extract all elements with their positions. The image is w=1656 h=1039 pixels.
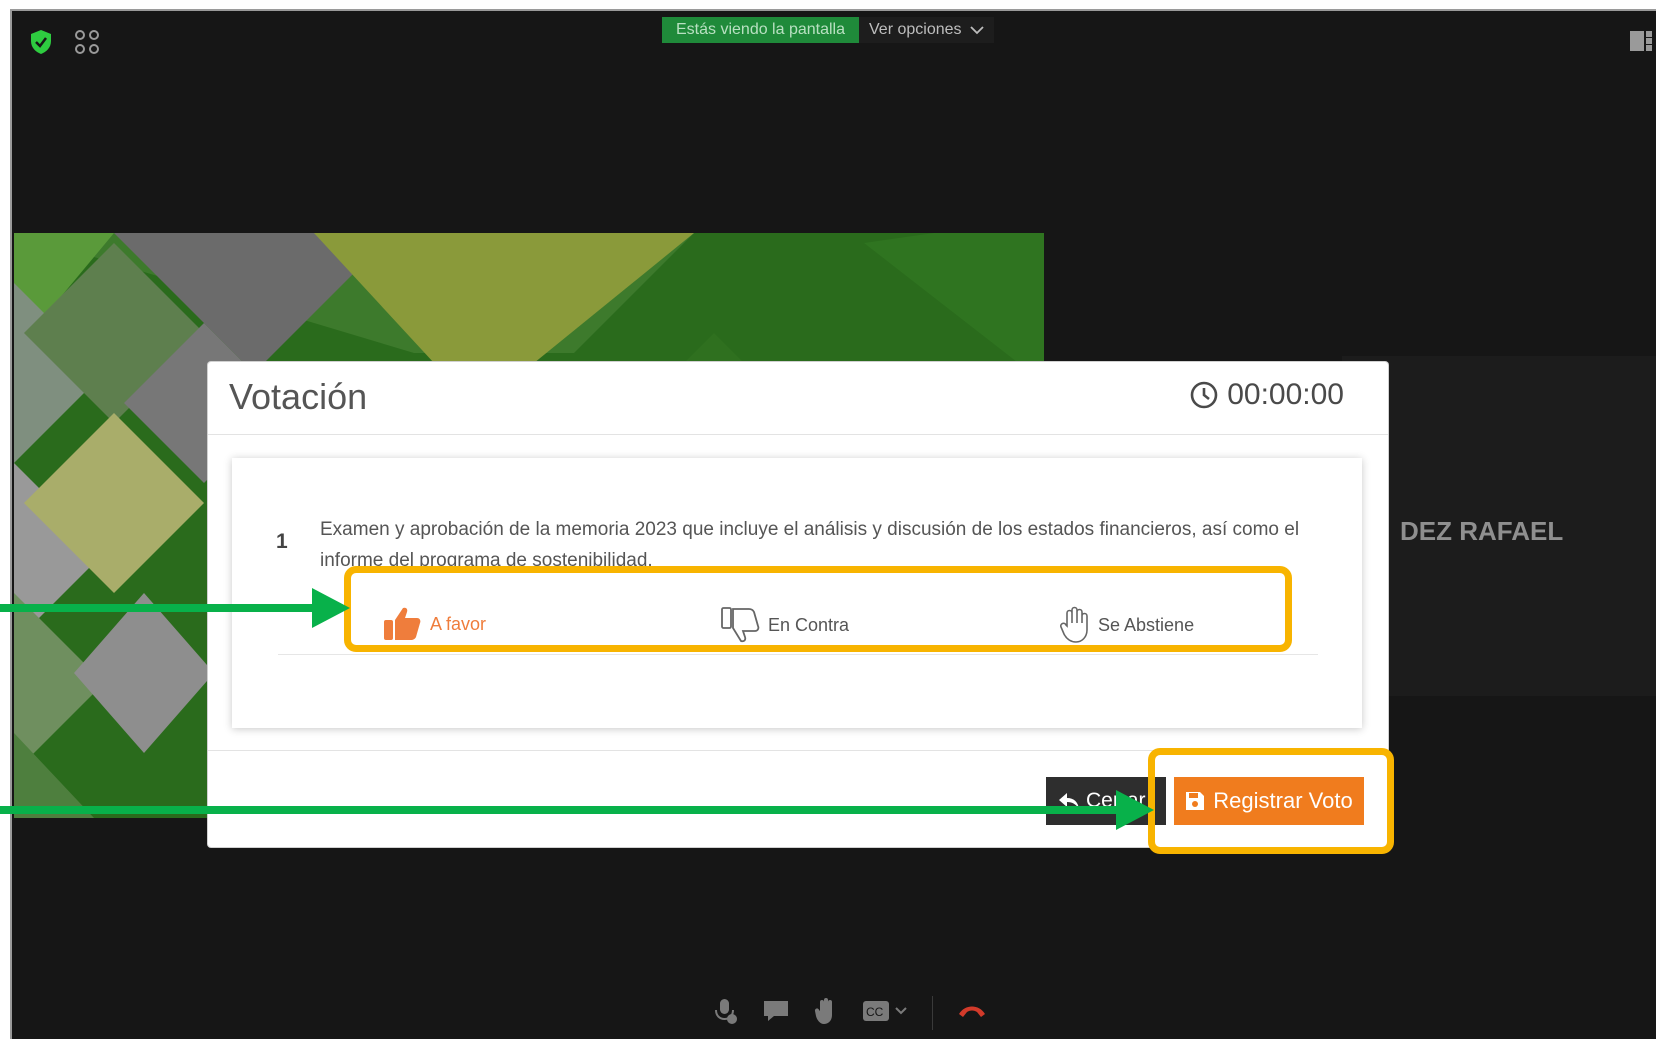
svg-text:CC: CC xyxy=(866,1005,884,1019)
controls-divider xyxy=(932,996,933,1030)
grid-icon[interactable] xyxy=(74,29,100,60)
layout-icon[interactable] xyxy=(1630,29,1652,58)
participant-name: DEZ RAFAEL xyxy=(1400,516,1564,546)
top-left-toolbar xyxy=(30,29,100,60)
screen-share-banner: Estás viendo la pantalla Ver opciones xyxy=(662,17,994,43)
view-options-label: Ver opciones xyxy=(869,21,962,38)
chevron-down-icon xyxy=(969,26,984,35)
viewing-screen-label: Estás viendo la pantalla xyxy=(662,17,859,43)
arrow-to-options xyxy=(0,604,314,612)
highlight-register-button xyxy=(1148,748,1394,854)
chat-icon[interactable] xyxy=(762,999,790,1028)
participant-tile: DEZ RAFAEL xyxy=(1342,356,1656,696)
cc-icon[interactable]: CC xyxy=(862,999,908,1028)
shield-check-icon[interactable] xyxy=(30,29,52,60)
vote-timer: 00:00:00 xyxy=(1189,378,1344,412)
highlight-vote-options xyxy=(344,566,1292,652)
mic-icon[interactable] xyxy=(712,997,738,1030)
hang-up-icon[interactable] xyxy=(957,1002,987,1025)
arrow-to-register xyxy=(0,806,1118,814)
clock-icon xyxy=(1190,381,1218,409)
meeting-controls: CC xyxy=(712,996,987,1030)
modal-title: Votación xyxy=(229,376,368,417)
view-options-button[interactable]: Ver opciones xyxy=(859,17,994,43)
arrow-to-options-head xyxy=(312,588,350,628)
modal-header: Votación 00:00:00 xyxy=(208,362,1388,435)
timer-value: 00:00:00 xyxy=(1227,378,1344,411)
question-number: 1 xyxy=(276,530,288,553)
raise-hand-icon[interactable] xyxy=(814,997,838,1030)
arrow-to-register-head xyxy=(1116,790,1154,830)
